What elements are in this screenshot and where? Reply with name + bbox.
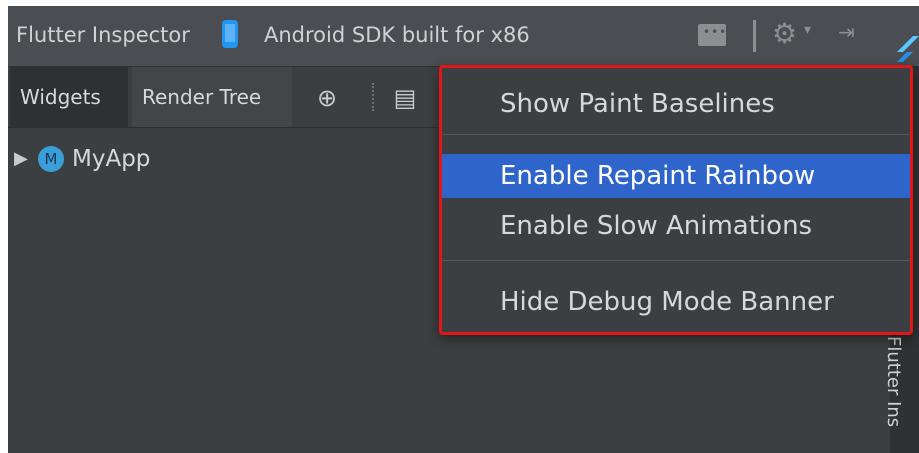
pin-icon[interactable]: ⇥ [838,20,855,44]
menu-item-enable-repaint-rainbow[interactable]: Enable Repaint Rainbow [442,154,910,198]
chevron-down-icon[interactable]: ▾ [804,22,811,38]
menu-item-enable-slow-animations[interactable]: Enable Slow Animations [442,204,910,248]
toolbar-separator [753,20,756,52]
menu-divider [442,134,910,135]
menu-divider [442,260,910,261]
side-tool-tab-flutter-inspector[interactable]: Flutter Ins [883,336,904,427]
debug-options-menu: Show Paint Baselines Enable Repaint Rain… [439,65,913,335]
menu-item-hide-debug-mode-banner[interactable]: Hide Debug Mode Banner [442,280,910,324]
tool-window-header: Flutter Inspector Android SDK built for … [8,6,919,67]
widget-icon: M [38,146,64,172]
tab-widgets[interactable]: Widgets [10,67,128,127]
expand-arrow-icon[interactable]: ▶ [14,144,28,174]
device-icon [222,20,238,48]
toolbar-separator [372,83,376,111]
flutter-logo [897,36,919,62]
gear-icon[interactable]: ⚙ [772,18,797,50]
tree-item-label: MyApp [72,146,151,172]
performance-overlay-icon[interactable]: ▤ [388,81,422,115]
select-widget-icon[interactable]: ⊕ [310,81,344,115]
menu-item-show-paint-baselines[interactable]: Show Paint Baselines [442,82,910,126]
device-selector[interactable]: Android SDK built for x86 [264,23,530,47]
tab-render-tree[interactable]: Render Tree [132,67,292,127]
panel-title: Flutter Inspector [16,23,190,47]
chat-icon[interactable] [698,24,727,46]
